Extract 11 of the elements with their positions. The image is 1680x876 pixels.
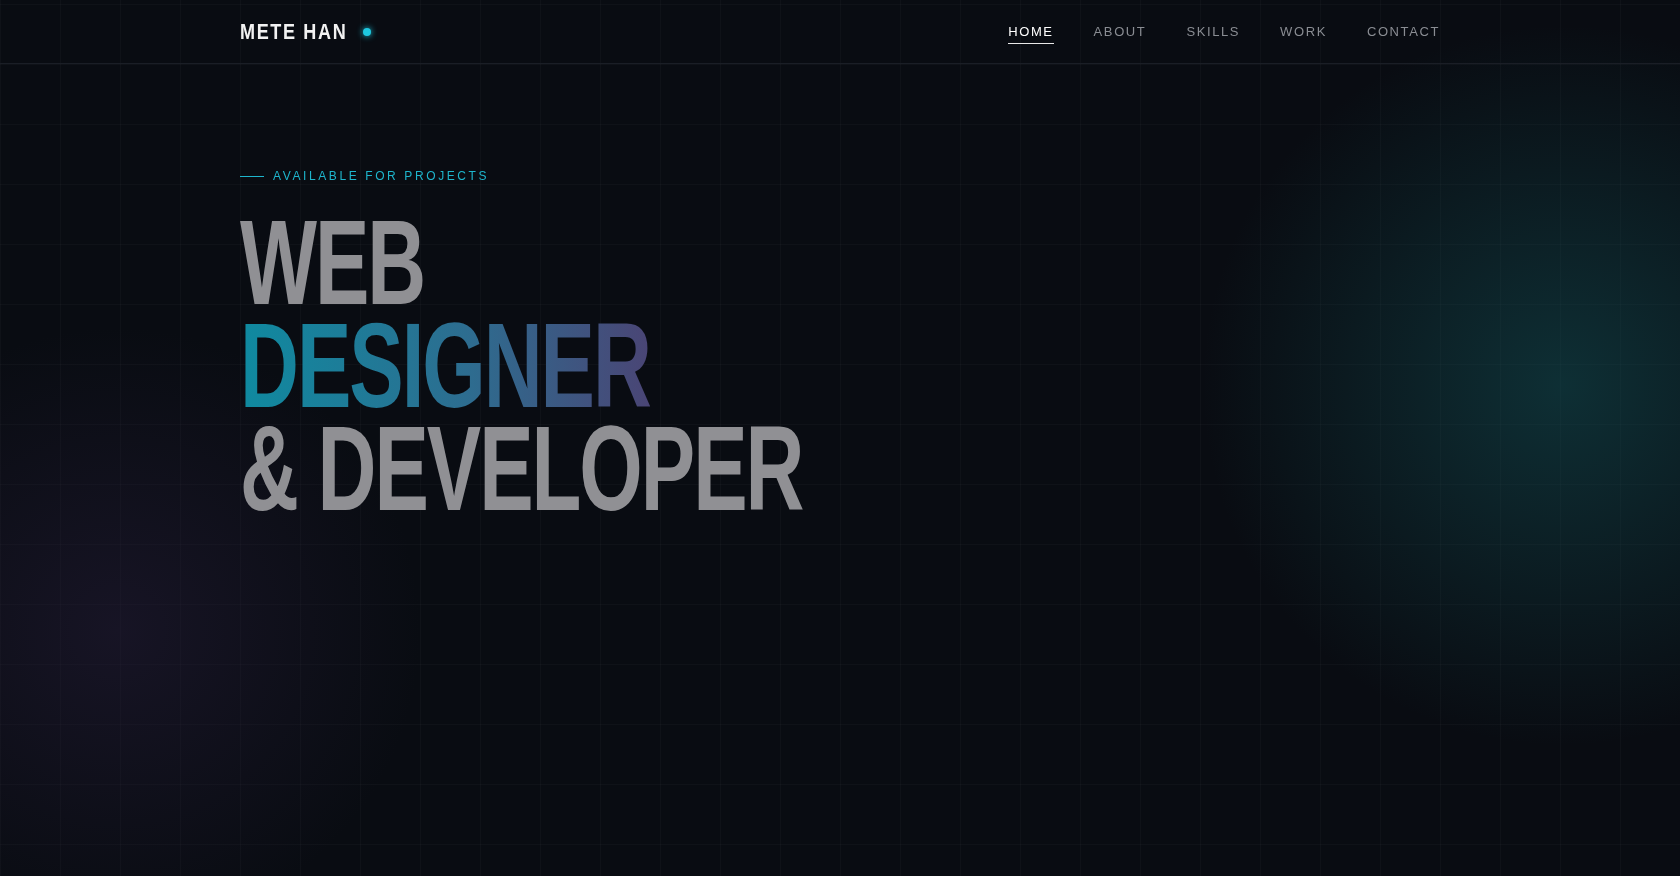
- status-dot-icon: [362, 27, 371, 36]
- headline-line: WEB: [240, 211, 425, 314]
- nav-link[interactable]: HOME: [1008, 19, 1054, 44]
- logo-text[interactable]: METE HAN: [240, 18, 348, 45]
- nav-link[interactable]: SKILLS: [1186, 19, 1241, 44]
- nav-link[interactable]: WORK: [1280, 19, 1327, 44]
- nav-link[interactable]: ABOUT: [1093, 19, 1147, 44]
- headline-line: & DEVELOPER: [240, 417, 803, 520]
- availability-label: AVAILABLE FOR PROJECTS: [273, 169, 490, 183]
- accent-line: [240, 175, 264, 177]
- nav-link[interactable]: CONTACT: [1366, 19, 1440, 44]
